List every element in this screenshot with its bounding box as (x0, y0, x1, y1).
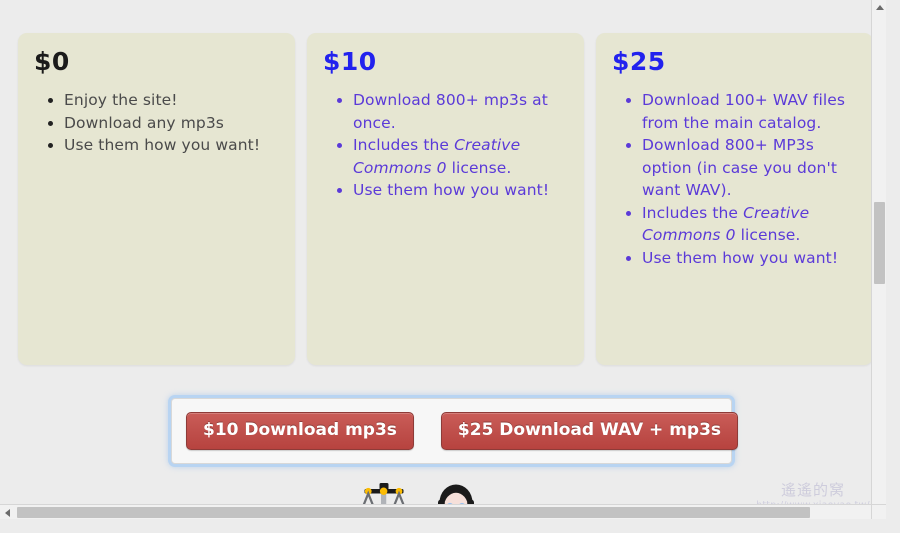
pricing-feature-item: Download any mp3s (64, 112, 279, 135)
pricing-feature-item: Enjoy the site! (64, 89, 279, 112)
vertical-scrollbar[interactable] (871, 0, 886, 519)
purchase-button-group: $10 Download mp3s $25 Download WAV + mp3… (171, 398, 739, 464)
download-wav-mp3s-button[interactable]: $25 Download WAV + mp3s (440, 412, 739, 450)
pricing-card-title: $10 (323, 47, 377, 76)
feature-text: Download any mp3s (64, 113, 224, 132)
pricing-feature-item: Use them how you want! (642, 247, 857, 270)
feature-text: Includes the (353, 136, 455, 154)
pricing-feature-item: Includes the Creative Commons 0 license. (642, 202, 857, 247)
pricing-feature-item: Includes the Creative Commons 0 license. (353, 134, 568, 179)
pricing-card-ten: $10 Download 800+ mp3s at once. Includes… (307, 33, 584, 365)
pricing-card-list: $0 Enjoy the site! Download any mp3s Use… (18, 33, 873, 365)
pricing-feature-item: Download 800+ mp3s at once. (353, 89, 568, 134)
pricing-card-title: $25 (612, 47, 666, 76)
pricing-feature-item: Use them how you want! (353, 179, 568, 202)
horizontal-scrollbar[interactable] (0, 504, 886, 519)
page-viewport: $0 Enjoy the site! Download any mp3s Use… (0, 0, 886, 519)
feature-text: Use them how you want! (353, 181, 550, 199)
pricing-feature-item: Download 800+ MP3s option (in case you d… (642, 134, 857, 202)
scroll-up-arrow-icon[interactable] (876, 5, 884, 10)
vertical-scrollbar-thumb[interactable] (874, 202, 885, 284)
pricing-feature-item: Use them how you want! (64, 134, 279, 157)
download-mp3s-button[interactable]: $10 Download mp3s (186, 412, 414, 450)
scroll-left-arrow-icon[interactable] (5, 509, 10, 517)
scrollbar-corner (871, 504, 886, 519)
feature-text: Use them how you want! (64, 136, 261, 154)
feature-text: Download 800+ MP3s option (in case you d… (642, 136, 837, 199)
watermark-logo-text: 遙遙的窝 (780, 481, 845, 499)
feature-text: Download 100+ WAV files from the main ca… (642, 91, 846, 132)
feature-text: Enjoy the site! (64, 91, 178, 109)
feature-text-tail: license. (735, 226, 801, 244)
pricing-card-title: $0 (34, 47, 70, 76)
feature-text: Includes the (642, 203, 744, 222)
pricing-card-free: $0 Enjoy the site! Download any mp3s Use… (18, 33, 295, 365)
pricing-feature-list: Enjoy the site! Download any mp3s Use th… (34, 89, 279, 157)
feature-text-tail: license. (446, 158, 512, 177)
pricing-feature-item: Download 100+ WAV files from the main ca… (642, 89, 857, 134)
feature-text: Download 800+ mp3s at once. (353, 91, 548, 132)
horizontal-scrollbar-thumb[interactable] (17, 507, 810, 518)
pricing-feature-list: Download 100+ WAV files from the main ca… (612, 89, 857, 269)
pricing-card-twentyfive: $25 Download 100+ WAV files from the mai… (596, 33, 873, 365)
pricing-feature-list: Download 800+ mp3s at once. Includes the… (323, 89, 568, 202)
feature-text: Use them how you want! (642, 248, 839, 267)
